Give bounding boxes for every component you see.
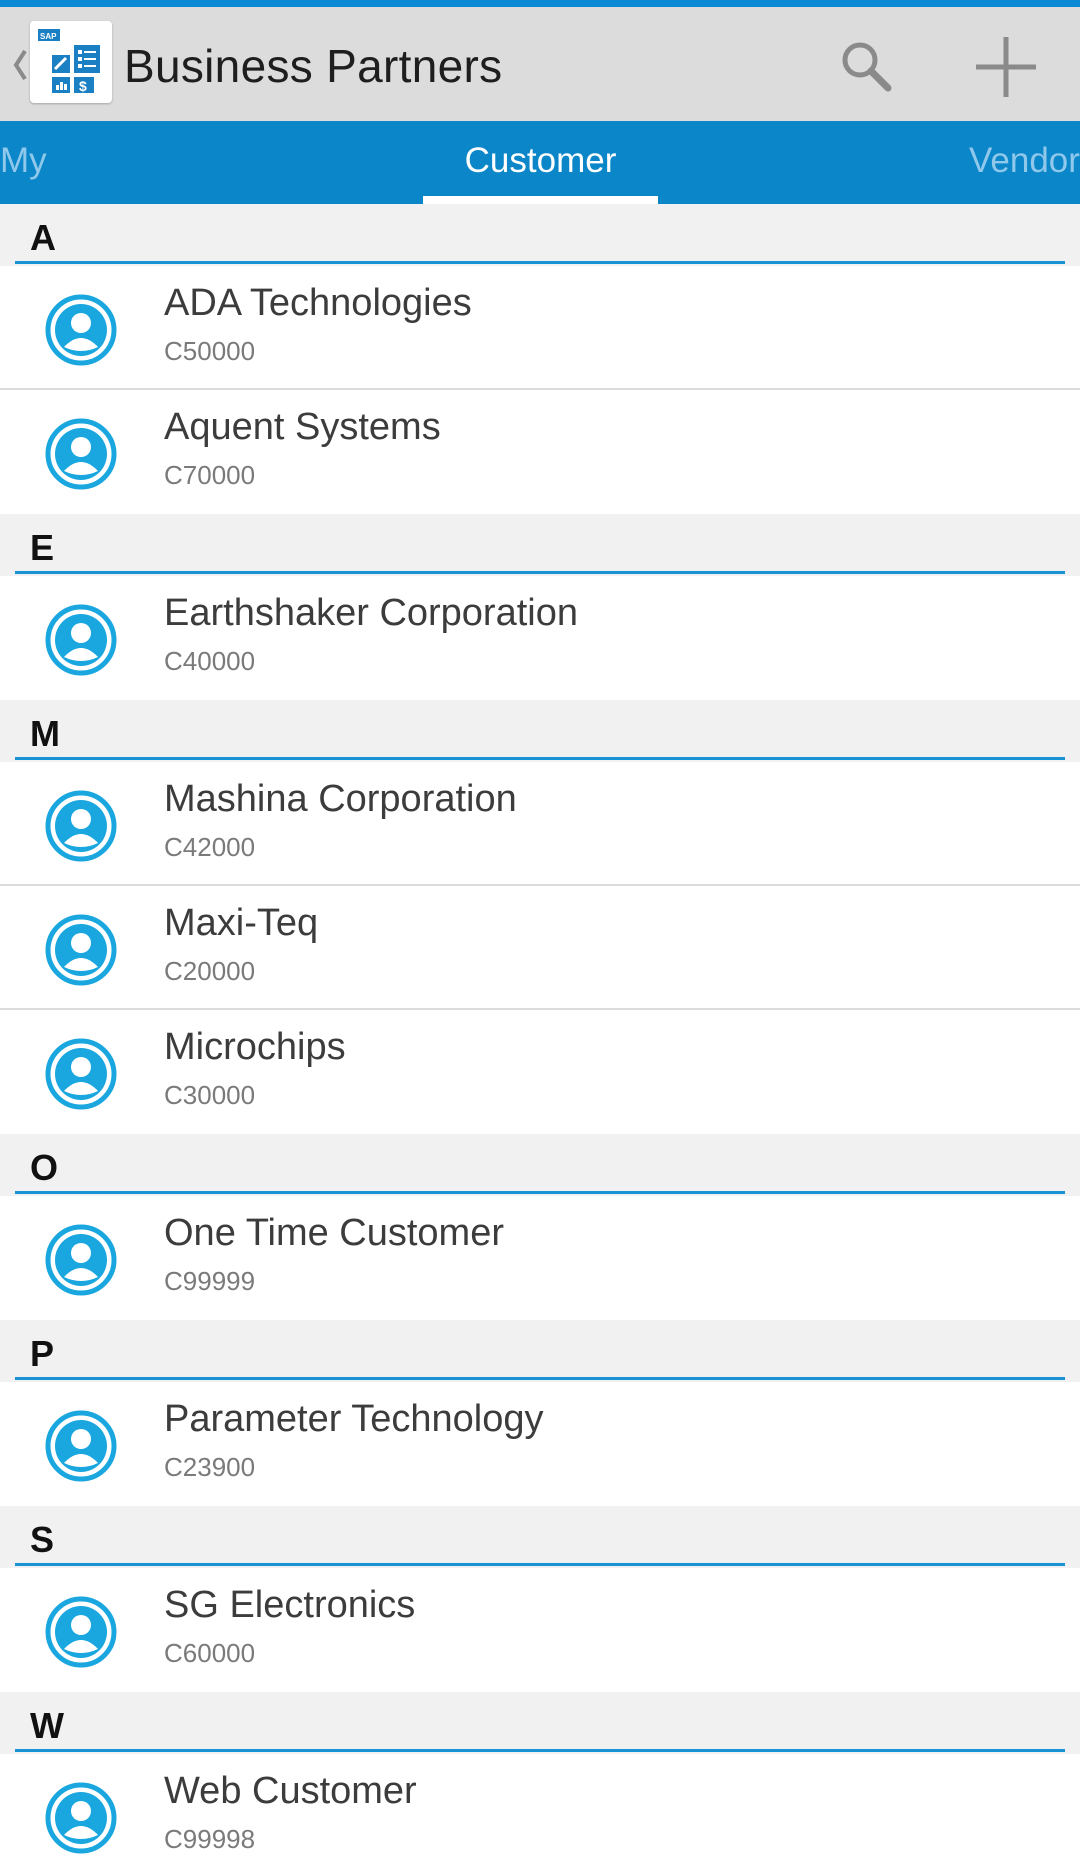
- list-item[interactable]: Parameter Technology C23900: [0, 1382, 1080, 1506]
- section-divider: [15, 1749, 1065, 1752]
- partner-code: C99998: [164, 1824, 256, 1854]
- section-divider: [15, 1191, 1065, 1194]
- partner-code: C50000: [164, 336, 256, 366]
- partner-code: C30000: [164, 1080, 256, 1110]
- partner-code: C60000: [164, 1638, 256, 1668]
- section-divider: [15, 571, 1065, 574]
- person-icon: [44, 1595, 118, 1669]
- plus-icon[interactable]: [972, 33, 1040, 101]
- app-icon[interactable]: SAP $: [30, 21, 112, 103]
- section-divider: [15, 1563, 1065, 1566]
- person-icon: [44, 1037, 118, 1111]
- list-item[interactable]: Earthshaker Corporation C40000: [0, 576, 1080, 700]
- person-icon: [44, 1223, 118, 1297]
- section-header-e: E: [0, 514, 1080, 576]
- action-bar: SAP $ Business Partners: [0, 7, 1080, 121]
- tab-bar: My Customer Vendor: [0, 121, 1080, 204]
- section-divider: [15, 757, 1065, 760]
- section-letter: P: [30, 1333, 55, 1374]
- chevron-left-icon[interactable]: [10, 45, 30, 85]
- section-header-p: P: [0, 1320, 1080, 1382]
- tab-my[interactable]: My: [0, 121, 47, 204]
- section-header-m: M: [0, 700, 1080, 762]
- list-item[interactable]: ADA Technologies C50000: [0, 266, 1080, 390]
- list-item[interactable]: Mashina Corporation C42000: [0, 762, 1080, 886]
- page-title: Business Partners: [124, 40, 503, 92]
- person-icon: [44, 417, 118, 491]
- section-header-o: O: [0, 1134, 1080, 1196]
- section-letter: W: [30, 1705, 64, 1746]
- section-letter: S: [30, 1519, 55, 1560]
- person-icon: [44, 913, 118, 987]
- list-item[interactable]: SG Electronics C60000: [0, 1568, 1080, 1692]
- partner-name: ADA Technologies: [164, 282, 472, 324]
- sap-business-app-icon: SAP $: [38, 29, 100, 94]
- list-item[interactable]: One Time Customer C99999: [0, 1196, 1080, 1320]
- section-letter: O: [30, 1147, 59, 1188]
- section-divider: [15, 1377, 1065, 1380]
- tab-vendor[interactable]: Vendor: [969, 121, 1080, 204]
- partner-name: Aquent Systems: [164, 406, 441, 448]
- svg-text:SAP: SAP: [40, 32, 57, 41]
- partner-name: Maxi-Teq: [164, 902, 319, 944]
- list-item[interactable]: Microchips C30000: [0, 1010, 1080, 1134]
- top-accent-line: [0, 0, 1080, 7]
- partner-code: C70000: [164, 460, 256, 490]
- section-header-w: W: [0, 1692, 1080, 1754]
- business-partner-list[interactable]: A ADA Technologies C50000 Aquent Systems C70…: [0, 204, 1080, 1859]
- section-letter: A: [30, 217, 56, 258]
- partner-code: C40000: [164, 646, 256, 676]
- tab-customer[interactable]: Customer: [423, 121, 658, 204]
- partner-code: C23900: [164, 1452, 256, 1482]
- list-item[interactable]: Web Customer C99998: [0, 1754, 1080, 1859]
- list-item[interactable]: Aquent Systems C70000: [0, 390, 1080, 514]
- partner-name: SG Electronics: [164, 1584, 416, 1626]
- search-icon[interactable]: [836, 37, 896, 97]
- selected-tab-indicator: [423, 196, 658, 204]
- partner-code: C42000: [164, 832, 256, 862]
- partner-name: Mashina Corporation: [164, 778, 517, 820]
- section-header-a: A: [0, 204, 1080, 266]
- partner-name: Earthshaker Corporation: [164, 592, 578, 634]
- section-divider: [15, 261, 1065, 264]
- partner-code: C20000: [164, 956, 256, 986]
- partner-name: Web Customer: [164, 1770, 417, 1812]
- person-icon: [44, 1409, 118, 1483]
- partner-name: Microchips: [164, 1026, 346, 1068]
- partner-name: One Time Customer: [164, 1212, 504, 1254]
- section-header-s: S: [0, 1506, 1080, 1568]
- list-item[interactable]: Maxi-Teq C20000: [0, 886, 1080, 1010]
- person-icon: [44, 603, 118, 677]
- section-letter: E: [30, 527, 55, 568]
- person-icon: [44, 1781, 118, 1855]
- person-icon: [44, 789, 118, 863]
- partner-code: C99999: [164, 1266, 256, 1296]
- svg-text:$: $: [79, 78, 87, 94]
- section-letter: M: [30, 713, 60, 754]
- person-icon: [44, 293, 118, 367]
- partner-name: Parameter Technology: [164, 1398, 544, 1440]
